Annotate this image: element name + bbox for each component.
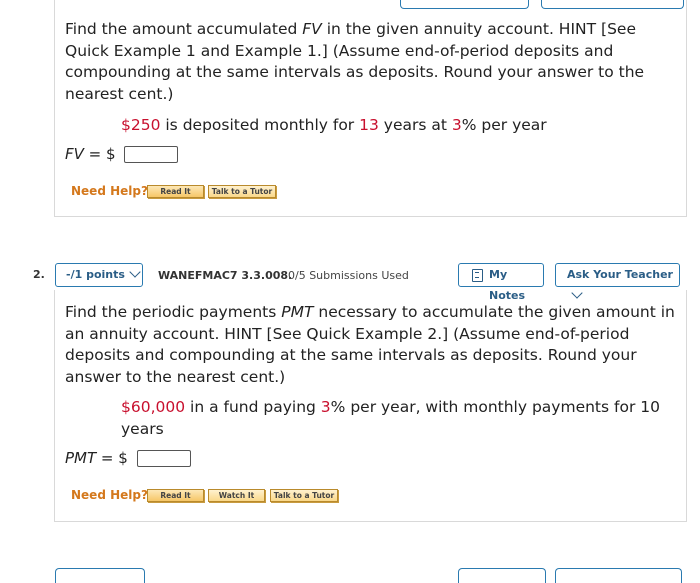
- pmt-label: PMT: [65, 449, 97, 467]
- question-number: 2.: [33, 268, 45, 281]
- read-it-button[interactable]: Read It: [147, 185, 204, 198]
- question-2-prompt: Find the periodic payments PMT necessary…: [65, 303, 675, 386]
- question-1-prompt: Find the amount accumulated FV in the gi…: [65, 20, 645, 103]
- ask-your-teacher-button[interactable]: Ask Your Teacher: [555, 263, 680, 299]
- submissions-used: 0/5 Submissions Used: [288, 269, 409, 282]
- read-it-button[interactable]: Read It: [147, 489, 204, 502]
- question-2-card: Find the periodic payments PMT necessary…: [54, 290, 687, 522]
- next-ask-teacher-fragment[interactable]: [555, 568, 682, 583]
- question-2-answer-row: PMT = $: [65, 449, 191, 467]
- need-help-label: Need Help?: [71, 488, 148, 502]
- need-help-label: Need Help?: [71, 184, 148, 198]
- talk-to-tutor-button[interactable]: Talk to a Tutor: [270, 489, 338, 502]
- notes-icon: [472, 269, 483, 282]
- next-points-dropdown-fragment[interactable]: [55, 568, 145, 583]
- fv-label: FV: [65, 145, 84, 163]
- question-1-card: Find the amount accumulated FV in the gi…: [54, 0, 687, 217]
- watch-it-button[interactable]: Watch It: [208, 489, 265, 502]
- question-1-given: $250 is deposited monthly for 13 years a…: [121, 116, 547, 134]
- my-notes-button[interactable]: My Notes: [458, 263, 544, 302]
- fv-answer-input[interactable]: [124, 146, 179, 163]
- question-2-given: $60,000 in a fund paying 3% per year, wi…: [121, 398, 660, 438]
- talk-to-tutor-button[interactable]: Talk to a Tutor: [208, 185, 276, 198]
- points-dropdown[interactable]: -/1 points: [55, 263, 143, 287]
- chevron-down-icon: [129, 266, 141, 278]
- next-my-notes-fragment[interactable]: [458, 568, 546, 583]
- pmt-answer-input[interactable]: [136, 450, 191, 467]
- question-id: WANEFMAC7 3.3.008.: [158, 269, 293, 282]
- question-1-answer-row: FV = $: [65, 145, 179, 163]
